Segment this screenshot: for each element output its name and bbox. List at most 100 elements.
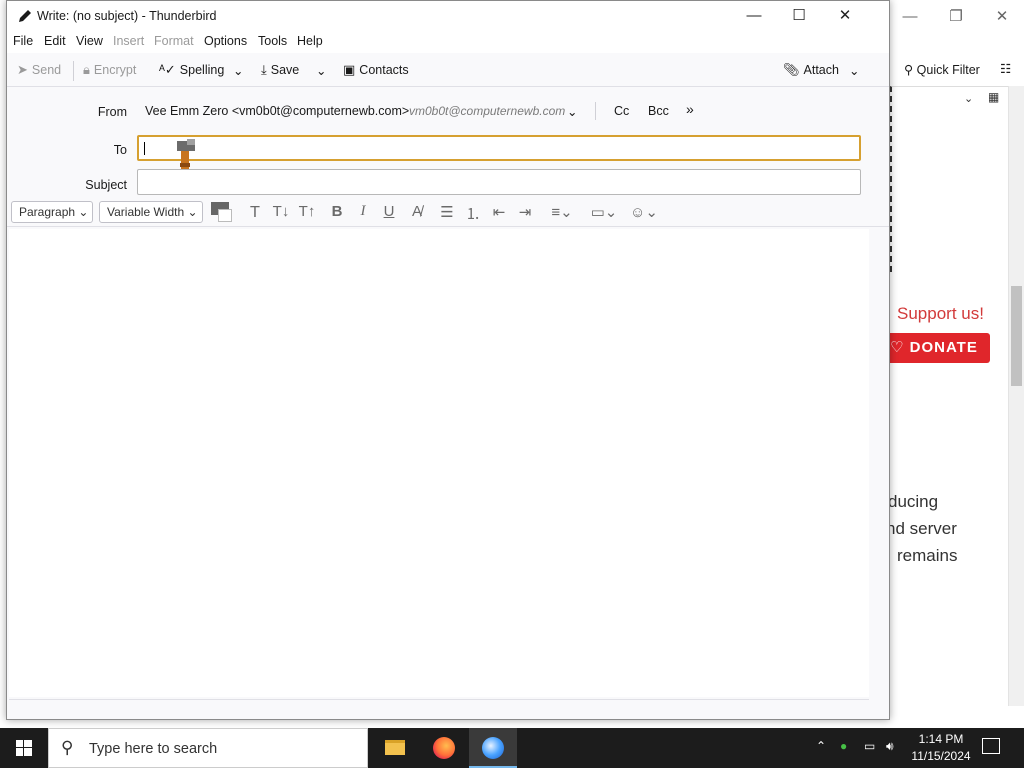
- folder-icon: [385, 740, 405, 755]
- taskbar-search-box[interactable]: ⚲ Type here to search: [48, 728, 368, 768]
- minimize-button[interactable]: —: [737, 5, 771, 27]
- send-button[interactable]: ➤ Send: [17, 62, 62, 78]
- file-explorer-taskbar-button[interactable]: [371, 728, 419, 768]
- font-size-reset-icon[interactable]: ꓔ: [245, 203, 265, 221]
- bg-restore-button[interactable]: ❐: [946, 8, 966, 26]
- menu-bar: File Edit View Insert Format Options Too…: [7, 31, 889, 53]
- attach-label: Attach: [803, 63, 839, 77]
- chevron-up-icon[interactable]: ⌃: [816, 739, 826, 753]
- save-label: Save: [270, 63, 300, 77]
- clock-date[interactable]: 11/15/2024: [906, 749, 976, 763]
- bcc-button[interactable]: Bcc: [648, 104, 669, 118]
- to-input[interactable]: [137, 135, 861, 161]
- pencil-icon: [19, 10, 31, 22]
- thunderbird-taskbar-button[interactable]: [469, 728, 517, 768]
- background-titlebar: — ❐ ✕: [870, 0, 1024, 34]
- attach-button[interactable]: 📎︎ Attach: [783, 63, 839, 78]
- firefox-icon: [433, 737, 455, 759]
- donate-button[interactable]: ♡ DONATE: [886, 333, 990, 363]
- remove-formatting-icon[interactable]: A̸: [407, 203, 427, 220]
- text-color-button[interactable]: [211, 202, 232, 222]
- menu-format[interactable]: Format: [154, 34, 194, 48]
- menu-options[interactable]: Options: [204, 34, 247, 48]
- thunderbird-icon: [482, 737, 504, 759]
- italic-icon[interactable]: I: [353, 203, 373, 220]
- background-text-line: ducing: [888, 492, 939, 511]
- paragraph-format-value: Paragraph: [19, 205, 76, 219]
- from-email: vm0b0t@computernewb.com: [409, 104, 566, 118]
- save-dropdown[interactable]: ⌄: [316, 63, 326, 78]
- bullet-list-icon[interactable]: ☰: [437, 203, 457, 221]
- menu-tools[interactable]: Tools: [258, 34, 287, 48]
- status-bar: [9, 699, 869, 719]
- align-icon[interactable]: ≡⌄: [545, 203, 579, 221]
- columns-icon[interactable]: ☷: [1000, 61, 1011, 76]
- font-select[interactable]: Variable Width ⌄: [99, 201, 203, 223]
- send-label: Send: [31, 63, 62, 77]
- quick-filter-label: Quick Filter: [916, 63, 980, 77]
- spelling-button[interactable]: ᴬ✓ Spelling: [159, 63, 224, 78]
- notifications-icon[interactable]: [982, 738, 1000, 754]
- outdent-icon[interactable]: ⇤: [489, 203, 509, 221]
- menu-help[interactable]: Help: [297, 34, 323, 48]
- scrollbar-thumb[interactable]: [1011, 286, 1022, 386]
- compose-toolbar: ➤ Send 🔒︎ Encrypt ᴬ✓ Spelling ⌄ ⤓ Save ⌄…: [7, 55, 889, 87]
- save-button[interactable]: ⤓ Save: [261, 63, 300, 78]
- chevron-down-icon: ⌄: [849, 64, 860, 78]
- emoji-icon[interactable]: ☺⌄: [627, 203, 661, 221]
- encrypt-label: Encrypt: [93, 63, 137, 77]
- clock-time[interactable]: 1:14 PM: [906, 732, 976, 746]
- start-button[interactable]: [0, 728, 48, 768]
- from-dropdown[interactable]: ⌄: [567, 104, 577, 119]
- more-headers-button[interactable]: »: [686, 101, 694, 117]
- background-scrollbar[interactable]: [1008, 86, 1024, 706]
- numbered-list-icon[interactable]: ⒈: [463, 203, 483, 224]
- background-color-swatch: [218, 209, 232, 222]
- close-button[interactable]: ✕: [828, 5, 862, 27]
- menu-edit[interactable]: Edit: [44, 34, 66, 48]
- volume-icon[interactable]: 🔊︎: [886, 739, 894, 754]
- format-toolbar: Paragraph ⌄ Variable Width ⌄ ꓔ T↓ T↑ B I…: [7, 199, 889, 227]
- quick-filter-button[interactable]: ⚲ Quick Filter: [904, 62, 980, 77]
- user-status-icon[interactable]: ●: [840, 739, 847, 753]
- message-body-editor[interactable]: [9, 229, 869, 697]
- encrypt-button[interactable]: 🔒︎ Encrypt: [83, 62, 137, 78]
- network-icon[interactable]: ▭: [864, 739, 875, 753]
- bg-minimize-button[interactable]: —: [900, 8, 920, 26]
- spelling-dropdown[interactable]: ⌄: [233, 63, 243, 78]
- chevron-down-icon: ⌄: [567, 105, 578, 119]
- font-size-smaller-icon[interactable]: T↓: [271, 203, 291, 220]
- paragraph-format-select[interactable]: Paragraph ⌄: [11, 201, 93, 223]
- from-identity[interactable]: Vee Emm Zero <vm0b0t@computernewb.com>: [145, 104, 409, 118]
- font-size-larger-icon[interactable]: T↑: [297, 203, 317, 220]
- lock-icon: 🔒︎: [83, 62, 90, 77]
- title-bar: Write: (no subject) - Thunderbird — ☐ ✕: [7, 1, 889, 31]
- contacts-label: Contacts: [359, 63, 409, 77]
- bg-close-button[interactable]: ✕: [992, 8, 1012, 26]
- text-caret: [144, 142, 145, 155]
- contacts-button[interactable]: ▣ Contacts: [343, 63, 409, 78]
- to-label: To: [113, 143, 127, 157]
- background-text-line: remains: [897, 546, 958, 565]
- menu-view[interactable]: View: [76, 34, 103, 48]
- chevron-down-icon: ⌄: [316, 64, 327, 78]
- menu-insert[interactable]: Insert: [113, 34, 144, 48]
- windows-logo-icon: [16, 740, 32, 756]
- indent-icon[interactable]: ⇥: [515, 203, 535, 221]
- chevron-down-icon: ⌄: [78, 205, 89, 219]
- header-divider: [595, 102, 596, 120]
- bold-icon[interactable]: B: [327, 203, 347, 220]
- compose-window: Write: (no subject) - Thunderbird — ☐ ✕ …: [6, 0, 890, 720]
- cc-button[interactable]: Cc: [614, 104, 629, 118]
- taskbar: ⚲ Type here to search ⌃ ● ▭ 🔊︎ 1:14 PM 1…: [0, 728, 1024, 768]
- underline-icon[interactable]: U: [379, 203, 399, 220]
- attach-dropdown[interactable]: ⌄: [849, 63, 859, 78]
- insert-image-icon[interactable]: ▭⌄: [587, 203, 621, 221]
- menu-file[interactable]: File: [13, 34, 33, 48]
- subject-input[interactable]: [137, 169, 861, 195]
- background-toolbar: ⚲ Quick Filter ☷: [890, 56, 1024, 84]
- firefox-taskbar-button[interactable]: [420, 728, 468, 768]
- maximize-button[interactable]: ☐: [782, 5, 816, 27]
- send-icon: ➤: [17, 62, 28, 77]
- search-placeholder: Type here to search: [89, 741, 218, 757]
